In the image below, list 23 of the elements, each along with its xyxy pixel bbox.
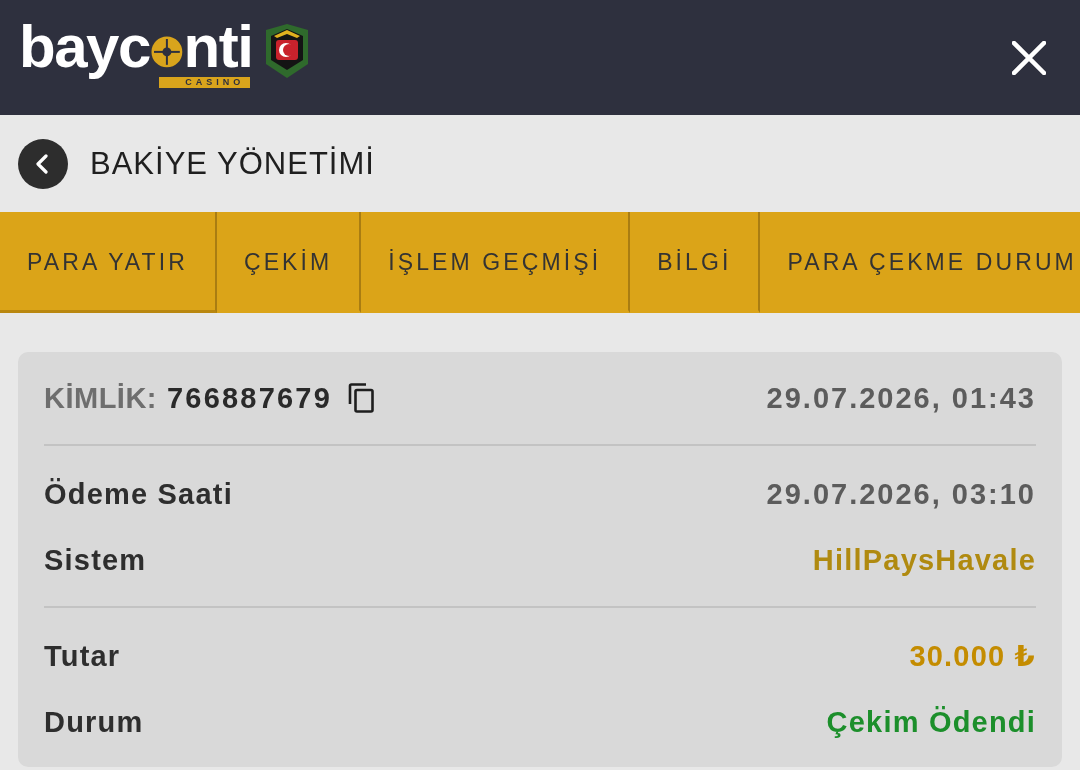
id-value: 766887679 (167, 381, 332, 415)
field-label: Durum (44, 705, 144, 739)
field-value: 30.000 ₺ (909, 639, 1036, 673)
copy-icon (348, 383, 374, 413)
target-icon (150, 35, 183, 68)
close-icon (1012, 40, 1046, 75)
logo-text: nti (183, 17, 253, 75)
close-button[interactable] (1012, 40, 1046, 75)
tab[interactable]: PARA YATIR (0, 212, 217, 313)
page-title: BAKİYE YÖNETİMİ (90, 145, 375, 182)
shield-icon (266, 23, 309, 78)
field-label: Tutar (44, 639, 121, 673)
field-value: 29.07.2026, 03:10 (766, 477, 1036, 511)
copy-button[interactable] (348, 383, 374, 413)
created-time: 29.07.2026, 01:43 (766, 381, 1036, 415)
back-button[interactable] (18, 138, 68, 189)
field-label: Ödeme Saati (44, 477, 233, 511)
id-label: KİMLİK: (44, 381, 158, 415)
logo-tagline: CASINO (159, 76, 251, 88)
field-value: HillPaysHavale (812, 543, 1036, 577)
chevron-left-icon (35, 153, 48, 174)
field-value: Çekim Ödendi (826, 705, 1036, 739)
field-label: Sistem (44, 543, 147, 577)
